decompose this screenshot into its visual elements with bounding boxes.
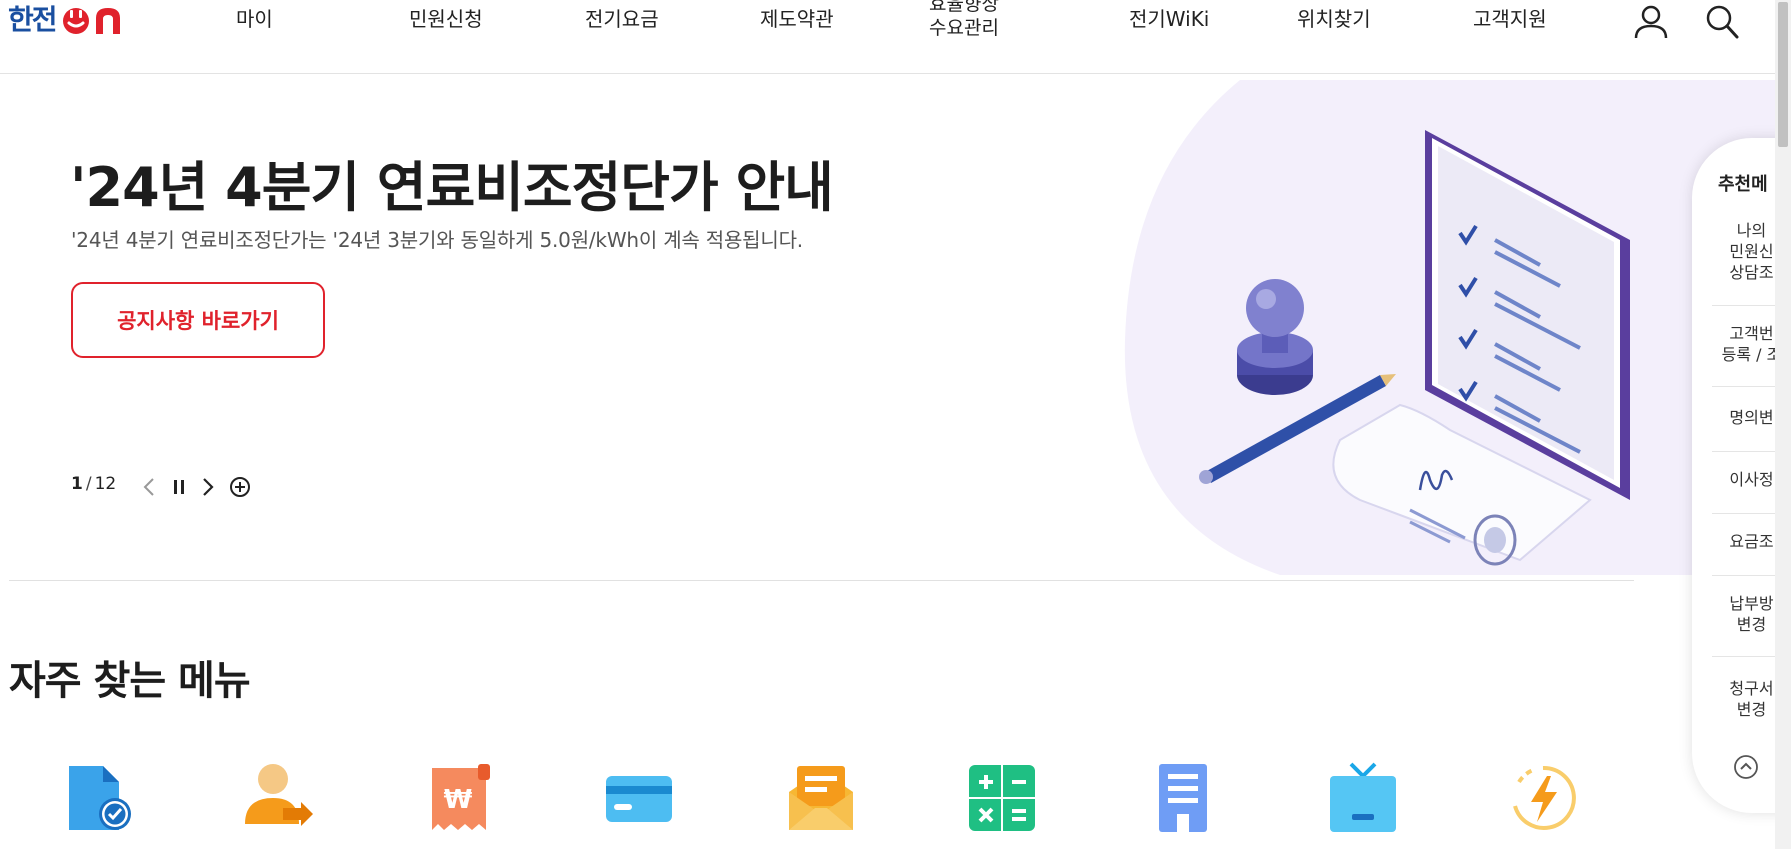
lightning-charge-icon[interactable]	[1507, 762, 1579, 834]
search-icon[interactable]	[1702, 2, 1742, 42]
slide-separator: /	[85, 474, 92, 494]
expand-plus-icon[interactable]	[228, 474, 252, 500]
credit-card-icon[interactable]	[604, 762, 676, 834]
user-icon[interactable]	[1631, 2, 1671, 42]
hero-title: '24년 4분기 연료비조정단가 안내	[70, 156, 834, 219]
contract-stamp-illustration	[1120, 80, 1780, 575]
person-transfer-icon[interactable]	[243, 762, 315, 834]
site-header: 한전 마이 민원신청 전기요금 제도약관 효율향상 수요관리 전기WiKi 위치…	[0, 0, 1775, 74]
scrollbar-thumb[interactable]	[1778, 2, 1788, 147]
nav-my[interactable]: 마이	[236, 0, 273, 38]
nav-civil-request[interactable]: 민원신청	[409, 0, 483, 38]
won-receipt-icon[interactable]: ₩	[424, 762, 496, 834]
page-scrollbar[interactable]	[1775, 0, 1791, 849]
section-divider	[9, 580, 1634, 581]
nav-location[interactable]: 위치찾기	[1297, 0, 1371, 38]
next-slide-icon[interactable]	[196, 474, 220, 500]
building-icon[interactable]	[1146, 762, 1218, 834]
nav-efficiency-label: 효율향상	[929, 0, 999, 15]
slide-total: 12	[94, 474, 117, 494]
scroll-up-icon[interactable]	[1733, 754, 1759, 780]
document-check-icon[interactable]	[63, 762, 135, 834]
slide-current: 1	[71, 474, 83, 494]
nav-wiki[interactable]: 전기WiKi	[1129, 0, 1209, 38]
notice-shortcut-button[interactable]: 공지사항 바로가기	[71, 282, 325, 358]
logo-text: 한전	[8, 3, 58, 36]
hero-subtitle: '24년 4분기 연료비조정단가는 '24년 3분기와 동일하게 5.0원/kW…	[71, 228, 803, 252]
nav-demand-label: 수요관리	[929, 17, 999, 39]
nav-terms[interactable]: 제도약관	[760, 0, 834, 38]
svg-text:₩: ₩	[444, 785, 473, 815]
logo-on-mark	[58, 4, 134, 36]
television-icon[interactable]	[1327, 762, 1399, 834]
slide-counter: 1 / 12	[71, 474, 116, 494]
frequent-menu-title: 자주 찾는 메뉴	[9, 658, 251, 704]
kepco-on-logo[interactable]: 한전	[8, 2, 134, 38]
nav-efficiency-demand[interactable]: 효율향상 수요관리	[929, 0, 999, 40]
pause-icon[interactable]	[167, 474, 191, 500]
prev-slide-icon[interactable]	[137, 474, 161, 500]
mail-message-icon[interactable]	[785, 762, 857, 834]
recommended-menu-title: 추천메	[1718, 174, 1768, 195]
nav-electricity-bill[interactable]: 전기요금	[585, 0, 659, 38]
calculator-icon[interactable]	[966, 762, 1038, 834]
nav-support[interactable]: 고객지원	[1473, 0, 1547, 38]
